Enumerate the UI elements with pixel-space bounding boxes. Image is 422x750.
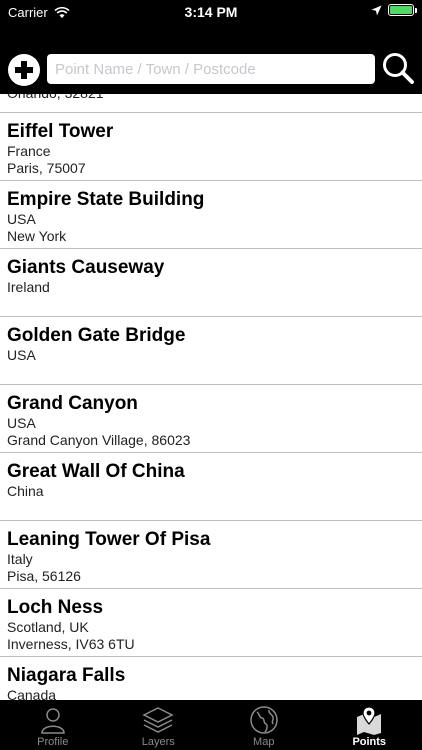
tab-label: Points [352,736,387,748]
search-icon [383,53,414,84]
item-line: USA [7,347,36,363]
list-item[interactable]: Grand Canyon USA Grand Canyon Village, 860… [0,385,422,453]
list-item[interactable]: Orlando, 32821 [0,94,422,113]
item-line: Canada [7,687,57,700]
battery-icon [388,4,417,16]
item-line: Inverness, IV63 6TU [7,636,135,652]
list-item[interactable]: Empire State Building USA New York [0,181,422,249]
list-item[interactable]: Golden Gate Bridge USA [0,317,422,385]
item-line: Orlando, 32821 [7,94,415,102]
item-line: France [7,143,51,159]
list-item[interactable]: Leaning Tower Of Pisa Italy Pisa, 56126 [0,521,422,589]
tab-points[interactable]: Points [317,700,422,750]
item-title: Great Wall Of China [7,461,185,482]
globe-icon [250,706,278,734]
header-bar [0,24,422,94]
add-point-button[interactable] [8,54,40,86]
layers-icon [142,707,174,733]
tab-label: Profile [37,736,69,748]
tab-layers[interactable]: Layers [106,700,212,750]
item-title: Grand Canyon [7,393,138,414]
list-item[interactable]: Loch Ness Scotland, UK Inverness, IV63 6TU [0,589,422,657]
item-line: Paris, 75007 [7,160,86,176]
status-right [371,4,417,16]
list-item[interactable]: Niagara Falls Canada [0,657,422,700]
item-line: Scotland, UK [7,619,89,635]
item-title: Golden Gate Bridge [7,325,186,346]
status-bar: Carrier 3:14 PM [0,0,422,24]
item-title: Niagara Falls [7,665,126,686]
list-item[interactable]: Eiffel Tower France Paris, 75007 [0,113,422,181]
location-arrow-icon [371,5,382,15]
status-time: 3:14 PM [184,4,238,20]
points-map-icon [357,706,382,735]
item-line: Pisa, 56126 [7,568,81,584]
search-input[interactable] [47,54,375,84]
item-line: New York [7,228,67,244]
tab-map[interactable]: Map [211,700,317,750]
item-line: USA [7,211,36,227]
points-list[interactable]: Orlando, 32821 Eiffel TowerFranceParis, … [0,94,422,700]
item-title: Loch Ness [7,597,104,618]
search-button[interactable] [380,50,416,86]
item-title: Giants Causeway [7,257,165,278]
item-line: China [7,483,44,499]
item-line: Grand Canyon Village, 86023 [7,432,191,448]
item-title: Eiffel Tower [7,121,114,142]
list-item[interactable]: Giants Causeway Ireland [0,249,422,317]
list-items: Eiffel Tower France Paris, 75007 Empire Sta… [0,113,422,700]
item-line: Italy [7,551,33,567]
profile-icon [40,708,65,734]
item-title: Leaning Tower Of Pisa [7,529,211,550]
points-list-content: Orlando, 32821 Eiffel TowerFranceParis, … [0,94,422,700]
tab-profile[interactable]: Profile [0,700,106,750]
battery-level [390,6,412,14]
tab-label: Map [253,736,275,748]
list-item[interactable]: Great Wall Of China China [0,453,422,521]
tab-label: Layers [141,736,175,748]
item-line: USA [7,415,36,431]
tab-bar: Profile Layers Map Points [0,700,422,750]
item-line: Ireland [7,279,50,295]
item-title: Empire State Building [7,189,205,210]
plus-icon [15,61,33,79]
